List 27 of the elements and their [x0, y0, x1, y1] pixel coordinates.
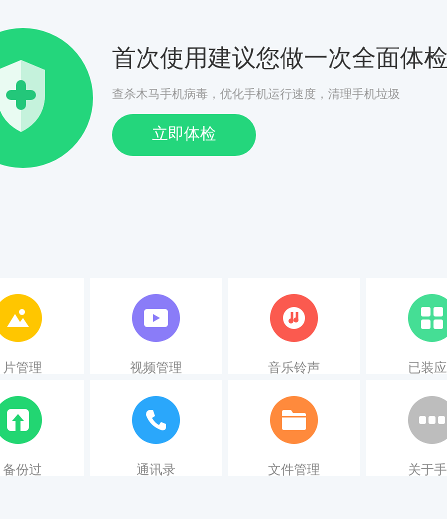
feature-tile[interactable]: 文件管理: [228, 380, 360, 476]
feature-tile[interactable]: 片管理: [0, 278, 84, 374]
feature-label: 备份过: [3, 462, 42, 476]
play-icon: [144, 309, 168, 327]
feature-label: 视频管理: [130, 360, 182, 374]
feature-tile[interactable]: 视频管理: [90, 278, 222, 374]
feature-tile[interactable]: 通讯录: [90, 380, 222, 476]
hero-title: 首次使用建议您做一次全面体检: [112, 44, 447, 74]
feature-label: 关于手: [408, 462, 447, 476]
feature-tile[interactable]: 关于手: [366, 380, 447, 476]
mountain-icon: [6, 308, 30, 328]
feature-label: 已装应: [408, 360, 447, 374]
feature-label: 片管理: [3, 360, 42, 374]
feature-label: 文件管理: [268, 462, 320, 476]
upload-icon: [7, 409, 29, 431]
hero-subtitle: 查杀木马手机病毒，优化手机运行速度，清理手机垃圾: [112, 86, 401, 102]
feature-label: 音乐铃声: [268, 360, 320, 374]
feature-label: 通讯录: [136, 462, 176, 476]
grid-icon: [421, 307, 443, 329]
more-icon: [419, 416, 445, 424]
feature-tile[interactable]: 备份过: [0, 380, 84, 476]
music-note-icon: [283, 307, 305, 329]
feature-tile[interactable]: 音乐铃声: [228, 278, 360, 374]
feature-tile[interactable]: 已装应: [366, 278, 447, 374]
phone-icon: [145, 409, 167, 431]
checkup-button[interactable]: 立即体检: [112, 114, 256, 156]
folder-icon: [282, 410, 306, 430]
